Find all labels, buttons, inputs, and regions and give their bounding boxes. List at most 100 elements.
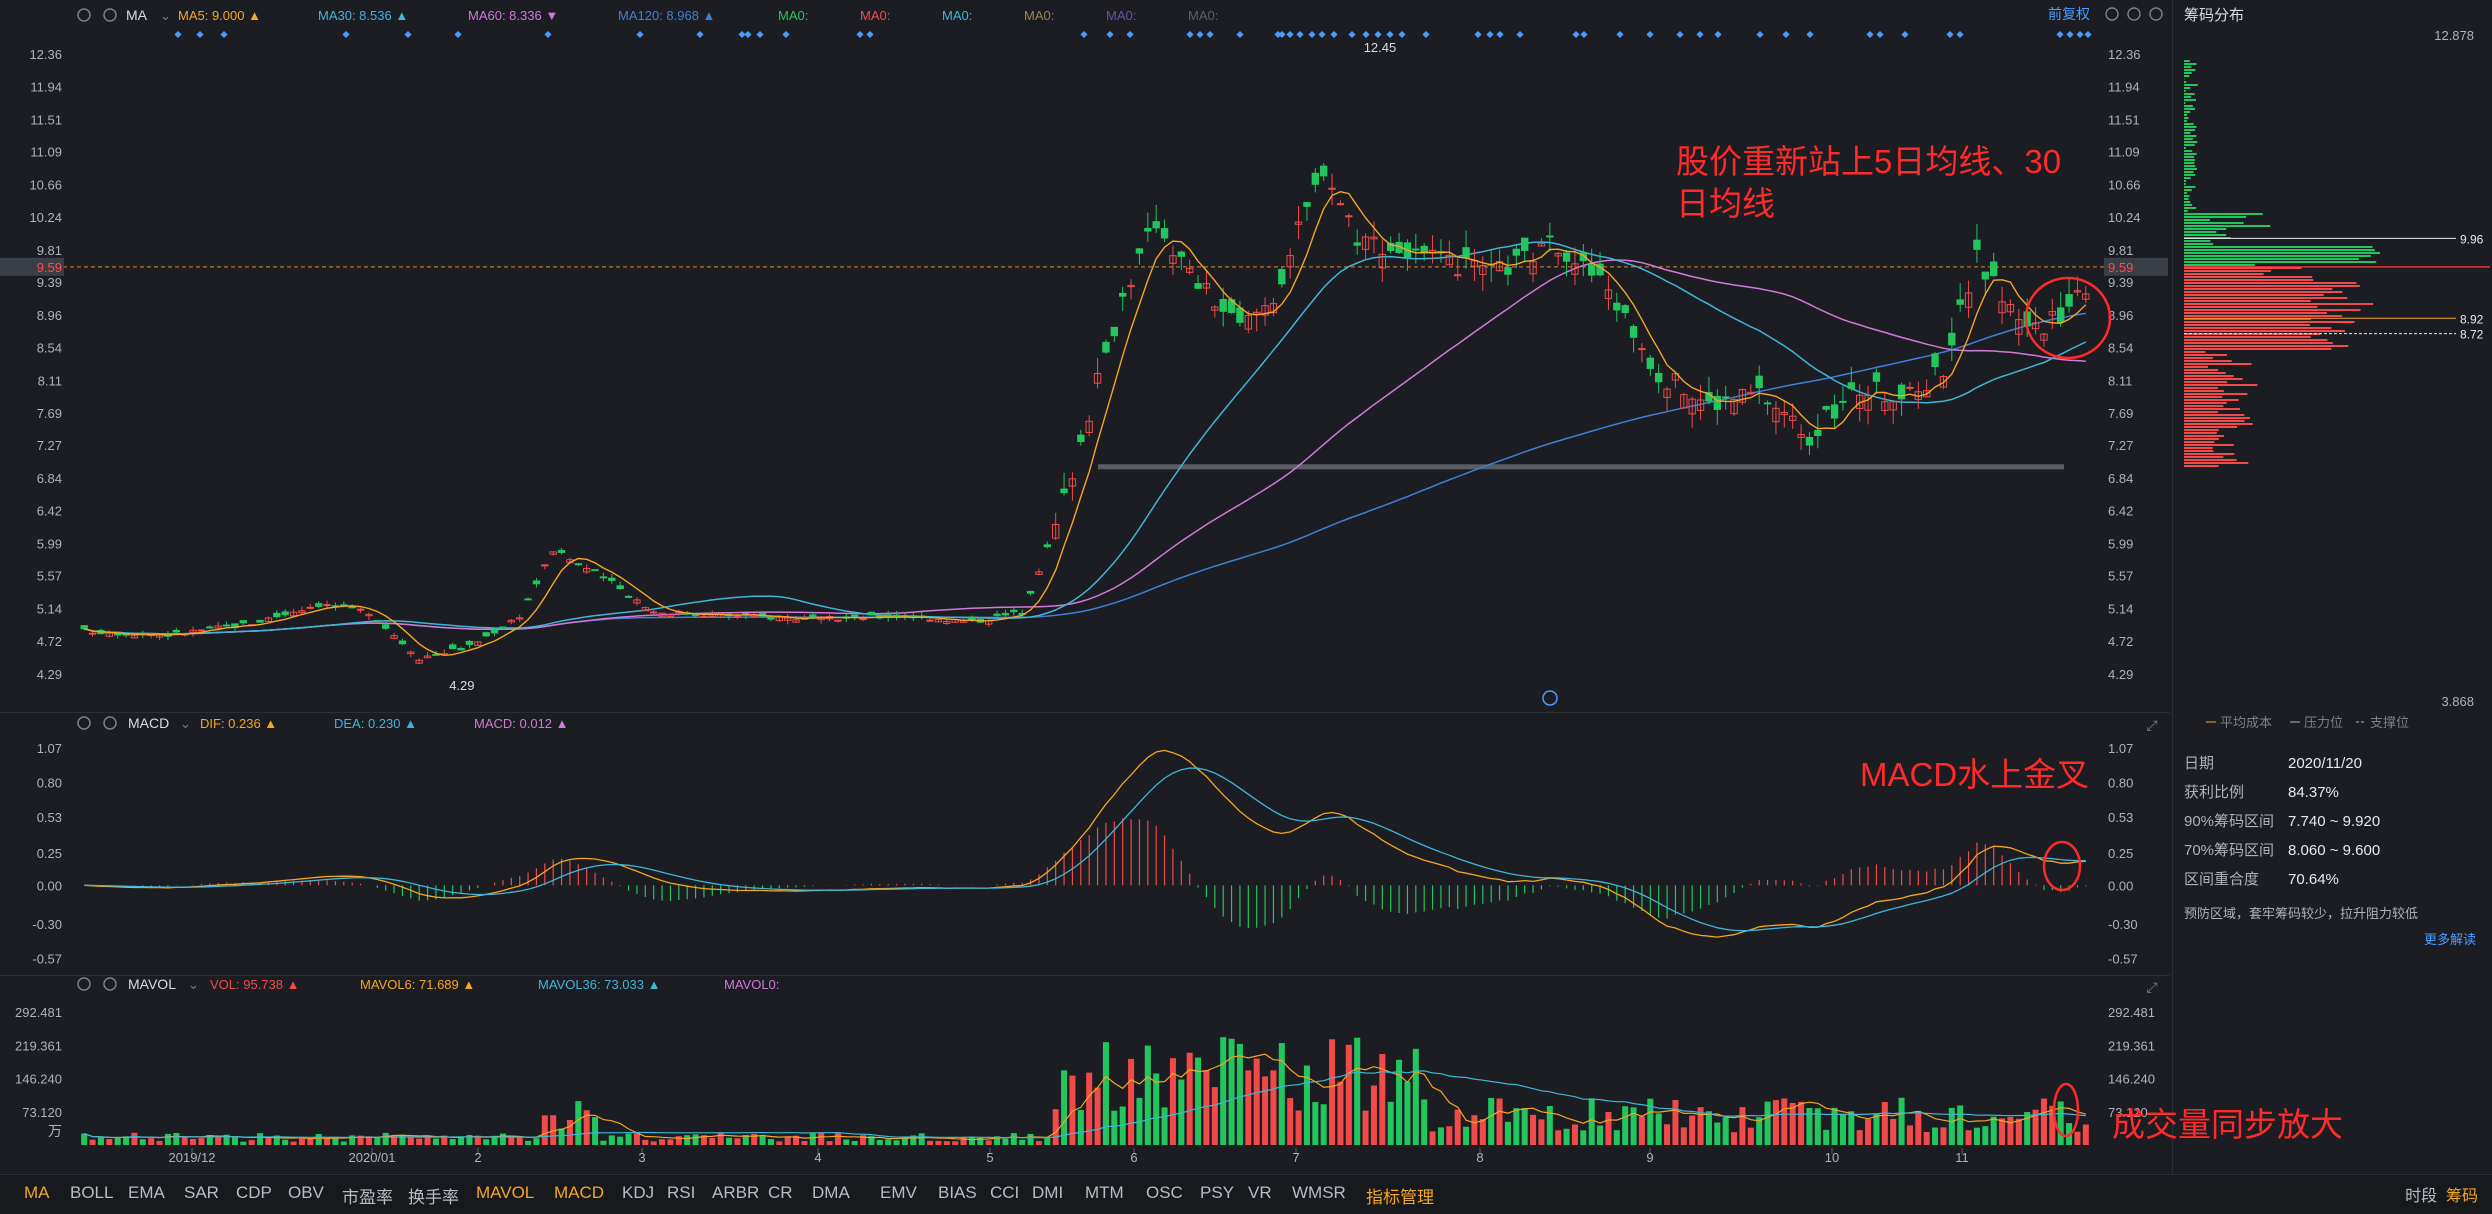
candle-body[interactable] xyxy=(240,621,246,623)
candle-body[interactable] xyxy=(257,620,263,622)
volume-bar[interactable] xyxy=(1664,1124,1670,1145)
volume-bar[interactable] xyxy=(1882,1102,1888,1145)
candle-body[interactable] xyxy=(1220,299,1226,311)
event-diamond[interactable] xyxy=(1422,31,1429,38)
event-diamond[interactable] xyxy=(196,31,203,38)
indicator-tab-0[interactable]: MA xyxy=(24,1183,50,1203)
candle-body[interactable] xyxy=(1656,373,1662,381)
volume-bar[interactable] xyxy=(1781,1098,1787,1145)
volume-bar[interactable] xyxy=(1714,1122,1720,1145)
fullscreen-icon[interactable] xyxy=(2128,8,2140,20)
event-diamond[interactable] xyxy=(1956,31,1963,38)
event-diamond[interactable] xyxy=(1946,31,1953,38)
event-diamond[interactable] xyxy=(636,31,643,38)
event-diamond[interactable] xyxy=(1516,31,1523,38)
candle-body[interactable] xyxy=(374,621,380,622)
event-diamond[interactable] xyxy=(2066,31,2073,38)
event-diamond[interactable] xyxy=(1580,31,1587,38)
candle-body[interactable] xyxy=(1522,238,1528,250)
volume-bar[interactable] xyxy=(1974,1128,1980,1145)
chevron-down-icon[interactable]: ⌄ xyxy=(160,8,171,23)
candle-body[interactable] xyxy=(1027,591,1033,593)
indicator-tab-19[interactable]: MTM xyxy=(1085,1183,1124,1203)
volume-bar[interactable] xyxy=(1723,1117,1729,1145)
indicator-tab-17[interactable]: CCI xyxy=(990,1183,1019,1203)
volume-bar[interactable] xyxy=(659,1139,665,1145)
volume-bar[interactable] xyxy=(324,1138,330,1145)
volume-bar[interactable] xyxy=(1589,1098,1595,1145)
event-diamond[interactable] xyxy=(1330,31,1337,38)
volume-bar[interactable] xyxy=(1681,1127,1687,1145)
candle-body[interactable] xyxy=(383,625,389,629)
candle-body[interactable] xyxy=(1354,243,1360,245)
volume-bar[interactable] xyxy=(651,1141,657,1145)
indicator-tab-11[interactable]: RSI xyxy=(667,1183,695,1203)
candle-body[interactable] xyxy=(207,627,213,628)
volume-bar[interactable] xyxy=(508,1137,514,1145)
indicator-tab-3[interactable]: SAR xyxy=(184,1183,219,1203)
volume-bar[interactable] xyxy=(517,1137,523,1145)
volume-bar[interactable] xyxy=(1873,1113,1879,1145)
close-icon[interactable] xyxy=(104,978,116,990)
volume-bar[interactable] xyxy=(1061,1070,1067,1145)
event-diamond[interactable] xyxy=(1308,31,1315,38)
candle-body[interactable] xyxy=(1823,407,1829,410)
event-diamond[interactable] xyxy=(544,31,551,38)
volume-bar[interactable] xyxy=(450,1139,456,1145)
indicator-tab-5[interactable]: OBV xyxy=(288,1183,324,1203)
candle-body[interactable] xyxy=(600,577,606,578)
chevron-down-icon[interactable]: ⌄ xyxy=(188,977,199,992)
volume-bar[interactable] xyxy=(1162,1107,1168,1145)
volume-bar[interactable] xyxy=(567,1120,573,1145)
volume-bar[interactable] xyxy=(1463,1127,1469,1145)
volume-bar[interactable] xyxy=(559,1129,565,1145)
indicator-tab-8[interactable]: MAVOL xyxy=(476,1183,534,1203)
volume-bar[interactable] xyxy=(1756,1117,1762,1145)
close-icon[interactable] xyxy=(104,717,116,729)
volume-bar[interactable] xyxy=(1229,1039,1235,1145)
volume-bar[interactable] xyxy=(1890,1119,1896,1145)
event-diamond[interactable] xyxy=(1206,31,1213,38)
candle-body[interactable] xyxy=(483,633,489,636)
event-diamond[interactable] xyxy=(1474,31,1481,38)
candle-body[interactable] xyxy=(1982,272,1988,279)
volume-bar[interactable] xyxy=(1245,1070,1251,1145)
event-diamond[interactable] xyxy=(1236,31,1243,38)
volume-bar[interactable] xyxy=(408,1137,414,1145)
volume-bar[interactable] xyxy=(98,1137,104,1145)
volume-bar[interactable] xyxy=(1145,1046,1151,1145)
candle-body[interactable] xyxy=(1337,204,1343,205)
event-diamond[interactable] xyxy=(454,31,461,38)
candle-body[interactable] xyxy=(1907,387,1913,388)
volume-bar[interactable] xyxy=(693,1134,699,1145)
event-diamond[interactable] xyxy=(2084,31,2091,38)
event-diamond[interactable] xyxy=(1126,31,1133,38)
candle-body[interactable] xyxy=(625,596,631,597)
event-diamond[interactable] xyxy=(1572,31,1579,38)
volume-bar[interactable] xyxy=(1790,1103,1796,1145)
event-diamond[interactable] xyxy=(220,31,227,38)
volume-bar[interactable] xyxy=(1413,1049,1419,1145)
close-icon[interactable] xyxy=(2150,8,2162,20)
volume-bar[interactable] xyxy=(667,1139,673,1145)
volume-bar[interactable] xyxy=(885,1139,891,1145)
volume-bar[interactable] xyxy=(1053,1109,1059,1145)
volume-bar[interactable] xyxy=(1095,1088,1101,1145)
event-diamond[interactable] xyxy=(1714,31,1721,38)
event-diamond[interactable] xyxy=(744,31,751,38)
volume-bar[interactable] xyxy=(1497,1098,1503,1145)
volume-bar[interactable] xyxy=(676,1136,682,1145)
volume-bar[interactable] xyxy=(525,1141,531,1145)
candle-body[interactable] xyxy=(1957,300,1963,304)
volume-bar[interactable] xyxy=(1614,1130,1620,1145)
volume-bar[interactable] xyxy=(600,1141,606,1145)
volume-bar[interactable] xyxy=(1388,1102,1394,1145)
candle-body[interactable] xyxy=(1815,431,1821,436)
volume-bar[interactable] xyxy=(316,1134,322,1145)
volume-bar[interactable] xyxy=(1748,1128,1754,1145)
volume-bar[interactable] xyxy=(843,1139,849,1145)
volume-bar[interactable] xyxy=(1371,1086,1377,1145)
volume-bar[interactable] xyxy=(1840,1115,1846,1145)
candle-body[interactable] xyxy=(835,620,841,621)
candle-body[interactable] xyxy=(282,612,288,615)
